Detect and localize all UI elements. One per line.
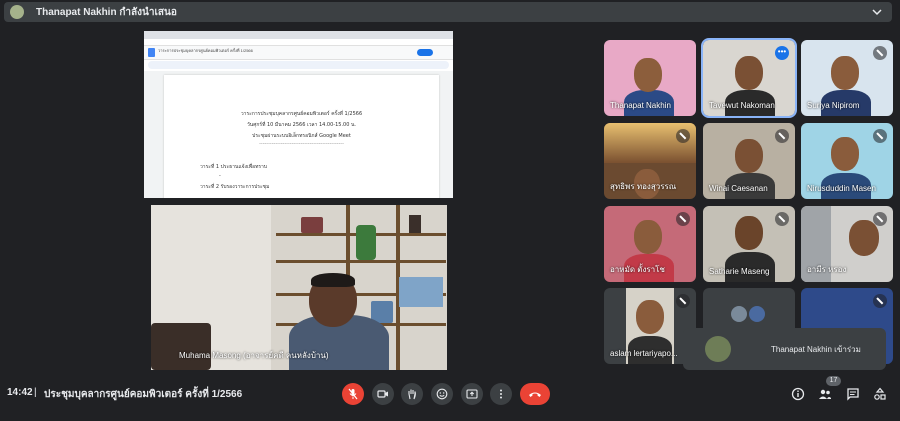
more-options-icon[interactable]: •••: [775, 46, 789, 60]
doc-heading: วาระการประชุมบุคลากรศูนย์คอมพิวเตอร์ ครั…: [240, 111, 363, 117]
presenter-avatar: [10, 5, 24, 19]
doc-agenda-1-sub: -: [219, 173, 221, 179]
mic-off-icon: [348, 388, 358, 400]
participant-name: Suriya Nipirom: [807, 101, 860, 110]
mic-off-icon: [676, 294, 690, 308]
main-speaker-name: Muhama Masong (อาจารย์คดี คนหลังบ้าน): [179, 351, 329, 360]
participant-tile[interactable]: Nirusduddin Masen: [801, 123, 893, 199]
document-page: วาระการประชุมบุคลากรศูนย์คอมพิวเตอร์ ครั…: [164, 75, 439, 198]
mic-off-icon: [676, 129, 690, 143]
raise-hand-button[interactable]: [401, 383, 423, 405]
chat-icon: [847, 388, 859, 401]
clock: 14:42: [7, 387, 33, 398]
presenter-banner-text: Thanapat Nakhin กำลังนำเสนอ: [36, 6, 177, 18]
participant-tile[interactable]: Suriya Nipirom: [801, 40, 893, 116]
mic-off-icon: [873, 294, 887, 308]
docs-share-button: [417, 49, 433, 56]
participant-name: Thanapat Nakhin: [610, 101, 671, 110]
join-notification-text: Thanapat Nakhin เข้าร่วม: [771, 344, 861, 354]
participant-count-badge: 17: [826, 376, 841, 386]
doc-agenda-2: วาระที่ 2 รับรองวาระการประชุม: [200, 184, 270, 190]
doc-date-line: วันศุกร์ที่ 10 มีนาคม 2566 เวลา 14.00-15…: [246, 122, 357, 128]
participant-name: Satharie Maseng: [709, 267, 770, 276]
shared-screen: วาระการประชุมบุคลากรศูนย์คอมพิวเตอร์ ครั…: [144, 31, 453, 198]
mic-off-icon: [775, 129, 789, 143]
participant-name: สุทธิพร ทองสุวรรณ: [610, 182, 677, 191]
info-icon: [791, 387, 805, 401]
mic-off-icon: [873, 46, 887, 60]
mic-off-icon: [775, 212, 789, 226]
camera-toggle-button[interactable]: [372, 383, 394, 405]
mic-off-icon: [676, 212, 690, 226]
chat-button[interactable]: [845, 386, 861, 402]
participant-name: aslam lertariyapo...: [610, 349, 678, 358]
participant-tile[interactable]: อามีร หรอง: [801, 206, 893, 282]
microphone-toggle-button[interactable]: [342, 383, 364, 405]
docs-logo-icon: [148, 48, 155, 57]
emoji-icon: [436, 388, 448, 400]
meeting-title: ประชุมบุคลากรศูนย์คอมพิวเตอร์ ครั้งที่ 1…: [44, 389, 243, 400]
reactions-button[interactable]: [431, 383, 453, 405]
participant-name: Nirusduddin Masen: [807, 184, 876, 193]
doc-venue-line: ประชุมผ่านระบบอิเล็กทรอนิกส์ Google Meet: [252, 133, 351, 139]
participant-tile[interactable]: Winai Caesanan: [703, 123, 795, 199]
camera-icon: [377, 390, 388, 398]
participant-name: Winai Caesanan: [709, 184, 768, 193]
more-vert-icon: [500, 389, 502, 399]
participant-tile[interactable]: Satharie Maseng: [703, 206, 795, 282]
mic-off-icon: [873, 129, 887, 143]
people-button[interactable]: [817, 386, 833, 402]
docs-title: วาระการประชุมบุคลากรศูนย์คอมพิวเตอร์ ครั…: [158, 48, 253, 53]
presenter-banner: Thanapat Nakhin กำลังนำเสนอ: [4, 2, 892, 22]
mic-off-icon: [873, 212, 887, 226]
document-area: วาระการประชุมบุคลากรศูนย์คอมพิวเตอร์ ครั…: [144, 71, 453, 198]
people-icon: [819, 389, 831, 399]
hang-up-icon: [529, 392, 541, 397]
main-speaker-video: Muhama Masong (อาจารย์คดี คนหลังบ้าน): [151, 205, 447, 370]
participant-tile[interactable]: ••• Tavewut Nakoman: [701, 38, 797, 118]
separator: |: [34, 387, 37, 398]
participant-name: Tavewut Nakoman: [709, 101, 775, 110]
joined-user-avatar: [705, 336, 731, 362]
chevron-down-icon[interactable]: [870, 5, 884, 19]
participant-tile[interactable]: Thanapat Nakhin: [604, 40, 696, 116]
leave-call-button[interactable]: [520, 383, 550, 405]
participant-name: อามีร หรอง: [807, 265, 847, 274]
more-options-button[interactable]: [490, 383, 512, 405]
doc-agenda-1: วาระที่ 1 ประธานแจ้งเพื่อทราบ: [200, 164, 268, 170]
doc-divider: ----------------------------------------…: [259, 141, 344, 147]
hand-icon: [408, 389, 416, 400]
participant-tile[interactable]: อาหมัด ตั้งราโช: [604, 206, 696, 282]
activities-icon: [874, 387, 886, 400]
docs-toolbar: [148, 61, 449, 69]
docs-header: วาระการประชุมบุคลากรศูนย์คอมพิวเตอร์ ครั…: [144, 46, 453, 60]
bottom-control-bar: 14:42 | ประชุมบุคลากรศูนย์คอมพิวเตอร์ คร…: [0, 372, 900, 421]
activities-button[interactable]: [872, 386, 888, 402]
participant-name: อาหมัด ตั้งราโช: [610, 265, 665, 274]
present-screen-button[interactable]: [461, 383, 483, 405]
browser-address-bar: [144, 39, 453, 46]
meeting-details-button[interactable]: [790, 386, 806, 402]
present-icon: [466, 389, 478, 399]
participant-tile[interactable]: สุทธิพร ทองสุวรรณ: [604, 123, 696, 199]
browser-tab-strip: [144, 31, 453, 39]
join-notification: Thanapat Nakhin เข้าร่วม: [683, 328, 886, 370]
